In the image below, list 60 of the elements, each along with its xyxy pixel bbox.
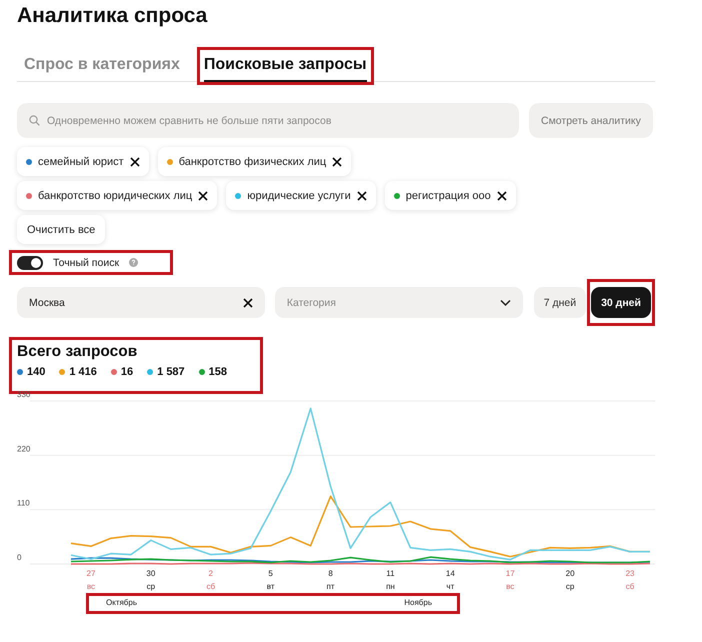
total-value: 1 416 — [69, 366, 97, 378]
weekday-label: ср — [566, 582, 574, 591]
chip-label: юридические услуги — [247, 190, 351, 202]
category-dropdown[interactable]: Категория — [274, 287, 523, 318]
toggle-switch[interactable] — [17, 256, 43, 270]
clear-icon[interactable] — [242, 298, 253, 308]
chevron-down-icon[interactable] — [500, 299, 511, 306]
month-label: Ноябрь — [404, 598, 432, 609]
x-tick-label: 27 — [86, 569, 96, 578]
period-button[interactable]: 7 дней — [534, 287, 586, 318]
analytics-button[interactable]: Смотреть аналитику — [529, 103, 653, 138]
weekday-label: вт — [266, 582, 275, 591]
remove-icon[interactable] — [198, 190, 208, 200]
y-tick-label: 0 — [17, 553, 22, 562]
search-field[interactable]: Одновременно можем сравнить не больше пяти запросов — [17, 103, 519, 138]
query-chip[interactable]: семейный юрист — [17, 147, 149, 176]
period-button[interactable]: 30 дней — [591, 287, 651, 318]
weekday-label: чт — [446, 582, 454, 591]
chip-label: банкротство юридических лиц — [38, 190, 192, 202]
x-tick-label: 11 — [386, 569, 395, 578]
x-tick-label: 30 — [146, 569, 156, 578]
remove-icon[interactable] — [356, 190, 367, 200]
y-tick-label: 220 — [17, 444, 30, 454]
tab[interactable]: Поисковые запросы — [204, 56, 367, 82]
weekday-label: ср — [146, 582, 156, 591]
weekday-label: вс — [86, 582, 96, 591]
total-value: 140 — [27, 366, 46, 378]
weekday-label: пт — [326, 582, 335, 591]
chip-label: регистрация ооо — [406, 190, 491, 202]
page-title: Аналитика спроса — [17, 3, 208, 29]
month-label: Октябрь — [106, 598, 138, 609]
x-tick-label: 2 — [208, 569, 213, 578]
total-value: 16 — [120, 366, 134, 378]
query-chip[interactable]: регистрация ооо — [384, 181, 516, 210]
x-tick-label: 20 — [566, 569, 575, 578]
chip-label: семейный юрист — [38, 156, 124, 168]
toggle-label: Точный поиск — [53, 256, 120, 268]
section-title: Всего запросов — [17, 342, 138, 362]
total-value: 158 — [208, 366, 228, 378]
chip-label: банкротство физических лиц — [178, 156, 326, 168]
weekday-label: пн — [386, 582, 395, 591]
y-tick-label: 110 — [17, 498, 30, 508]
total-value: 1 587 — [157, 366, 185, 378]
x-tick-label: 5 — [268, 569, 273, 578]
clear-button[interactable]: Очистить все — [17, 215, 106, 244]
x-tick-label: 8 — [328, 569, 333, 578]
search-icon — [29, 115, 40, 126]
weekday-label: сб — [626, 582, 634, 591]
x-tick-label: 23 — [626, 569, 634, 578]
query-chip[interactable]: банкротство физических лиц — [158, 147, 352, 176]
region-field[interactable]: Москва — [17, 287, 265, 318]
weekday-label: сб — [206, 582, 216, 591]
query-chip[interactable]: банкротство юридических лиц — [17, 181, 218, 210]
x-tick-label: 14 — [446, 569, 455, 578]
x-tick-label: 17 — [506, 569, 515, 578]
remove-icon[interactable] — [332, 156, 342, 166]
remove-icon[interactable] — [496, 190, 507, 200]
query-chip[interactable]: юридические услуги — [226, 181, 376, 210]
weekday-label: вс — [506, 582, 514, 591]
remove-icon[interactable] — [130, 156, 140, 166]
